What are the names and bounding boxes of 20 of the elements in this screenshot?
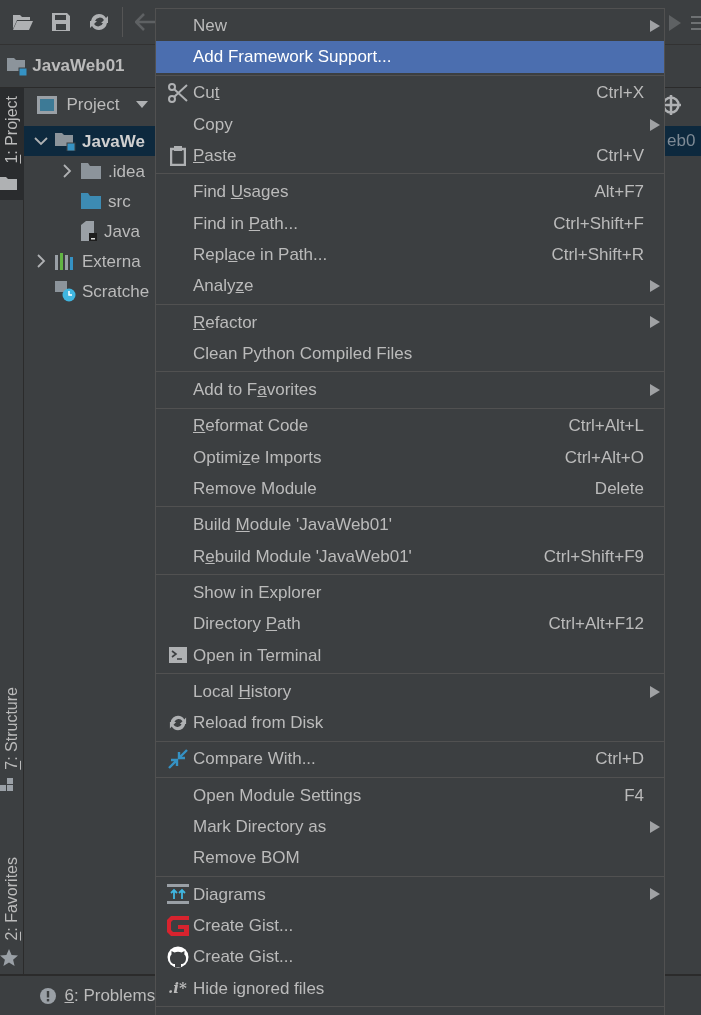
hidden-files-icon: .i* (168, 977, 187, 1000)
shortcut-label: Ctrl+Shift+R (551, 243, 645, 266)
tree-item-label: Externa (82, 250, 141, 273)
shortcut-label: Ctrl+Alt+F12 (548, 613, 645, 636)
shortcut-label: Delete (594, 478, 645, 501)
shortcut-label: F4 (624, 784, 645, 807)
shortcut-label: Alt+F7 (594, 181, 645, 204)
shortcut-label: Ctrl+V (596, 145, 645, 168)
tree-item-label: src (108, 190, 131, 213)
tree-item-label: eb0 (667, 130, 696, 153)
shortcut-label: Ctrl+Shift+F (553, 212, 645, 235)
tree-item-label: JavaWe (82, 130, 145, 153)
tree-item-label: .idea (108, 160, 145, 183)
shortcut-label: Ctrl+D (595, 748, 645, 771)
shortcut-label: Ctrl+Alt+O (564, 446, 645, 469)
tree-item-label: Java (104, 220, 140, 243)
tree-item-label: Scratche (82, 280, 150, 303)
shortcut-label: Ctrl+Alt+L (568, 415, 645, 438)
shortcut-label: Ctrl+Shift+F9 (543, 545, 645, 568)
shortcut-label: Ctrl+X (596, 82, 645, 105)
